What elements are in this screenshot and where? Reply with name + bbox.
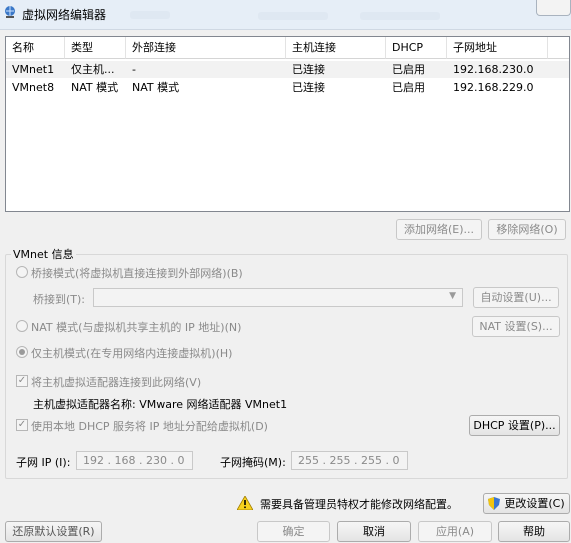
title-blur (258, 12, 328, 20)
hostonly-label: 仅主机模式(在专用网络内连接虚拟机)(H) (31, 347, 233, 360)
bridged-radio[interactable] (16, 266, 28, 278)
remove-network-button[interactable]: 移除网络(O) (488, 219, 566, 240)
cell-name: VMnet8 (12, 81, 55, 94)
add-network-button[interactable]: 添加网络(E)... (396, 219, 482, 240)
cell-subnet: 192.168.229.0 (453, 81, 534, 94)
column-header-subnet[interactable]: 子网地址 (447, 37, 548, 59)
column-header-name[interactable]: 名称 (6, 37, 65, 59)
restore-defaults-button[interactable]: 还原默认设置(R) (5, 521, 102, 542)
title-blur (360, 12, 440, 20)
cell-type: 仅主机... (71, 63, 115, 76)
column-header-type[interactable]: 类型 (65, 37, 126, 59)
title-blur (130, 11, 170, 19)
dhcp-checkbox[interactable]: ✓ (16, 419, 28, 431)
subnet-mask-input[interactable]: 255 . 255 . 255 . 0 (291, 451, 408, 470)
column-header-filler (548, 37, 569, 59)
column-header-host[interactable]: 主机连接 (286, 37, 386, 59)
cancel-button[interactable]: 取消 (337, 521, 411, 542)
bridged-to-label: 桥接到(T): (33, 293, 86, 306)
vmnet-info-legend: VMnet 信息 (11, 246, 76, 262)
subnet-ip-input[interactable]: 192 . 168 . 230 . 0 (76, 451, 193, 470)
connect-adapter-checkbox[interactable]: ✓ (16, 375, 28, 387)
column-header-external[interactable]: 外部连接 (126, 37, 286, 59)
table-row[interactable]: VMnet1 仅主机... - 已连接 已启用 192.168.230.0 (6, 61, 569, 78)
cell-host: 已连接 (292, 63, 325, 76)
ok-button[interactable]: 确定 (257, 521, 330, 542)
close-button[interactable] (536, 0, 571, 16)
subnet-mask-label: 子网掩码(M): (220, 456, 286, 469)
cell-host: 已连接 (292, 81, 325, 94)
cell-subnet: 192.168.230.0 (453, 63, 534, 76)
change-settings-label: 更改设置(C) (504, 497, 565, 510)
nat-radio[interactable] (16, 320, 28, 332)
window-title: 虚拟网络编辑器 (22, 8, 107, 22)
dhcp-settings-button[interactable]: DHCP 设置(P)... (469, 415, 560, 436)
cell-name: VMnet1 (12, 63, 55, 76)
warning-icon (237, 496, 253, 510)
cell-external: NAT 模式 (132, 81, 180, 94)
cell-type: NAT 模式 (71, 81, 119, 94)
apply-button[interactable]: 应用(A) (418, 521, 492, 542)
admin-notice: 需要具备管理员特权才能修改网络配置。 (260, 498, 458, 511)
chevron-down-icon: ▼ (449, 291, 456, 301)
cell-dhcp: 已启用 (392, 63, 425, 76)
column-header-dhcp[interactable]: DHCP (386, 37, 447, 59)
network-editor-icon (5, 6, 15, 18)
nat-settings-button[interactable]: NAT 设置(S)... (472, 316, 560, 337)
nat-label: NAT 模式(与虚拟机共享主机的 IP 地址)(N) (31, 321, 242, 334)
cell-dhcp: 已启用 (392, 81, 425, 94)
table-row[interactable]: VMnet8 NAT 模式 NAT 模式 已连接 已启用 192.168.229… (6, 79, 569, 96)
dhcp-label: 使用本地 DHCP 服务将 IP 地址分配给虚拟机(D) (31, 420, 268, 433)
bridged-to-select[interactable]: ▼ (93, 288, 463, 307)
hostonly-radio[interactable] (16, 346, 28, 358)
shield-icon (488, 497, 500, 510)
subnet-ip-label: 子网 IP (I): (16, 456, 71, 469)
connect-adapter-label: 将主机虚拟适配器连接到此网络(V) (31, 376, 202, 389)
cell-external: - (132, 63, 136, 76)
auto-settings-button[interactable]: 自动设置(U)... (473, 287, 559, 308)
help-button[interactable]: 帮助 (498, 521, 570, 542)
adapter-name-label: 主机虚拟适配器名称: VMware 网络适配器 VMnet1 (33, 398, 288, 411)
bridged-label: 桥接模式(将虚拟机直接连接到外部网络)(B) (31, 267, 243, 280)
change-settings-button[interactable]: 更改设置(C) (483, 493, 570, 514)
network-list[interactable]: 名称 类型 外部连接 主机连接 DHCP 子网地址 VMnet1 仅主机... … (5, 36, 570, 212)
